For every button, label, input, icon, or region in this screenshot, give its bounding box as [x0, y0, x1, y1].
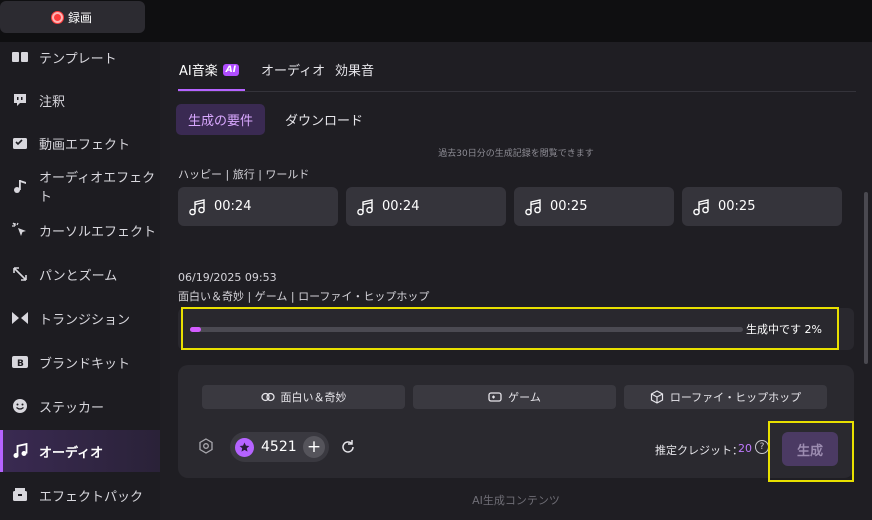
tab-label: AI音楽	[179, 64, 218, 79]
pan-zoom-icon	[12, 266, 28, 282]
sidebar-item-cursor-effect[interactable]: カーソルエフェクト	[0, 209, 160, 251]
refresh-icon[interactable]	[340, 439, 356, 455]
sidebar-item-label: カーソルエフェクト	[39, 224, 157, 240]
cube-icon	[650, 390, 664, 404]
generation-panel: 面白い＆奇妙 ゲーム ローファイ・ヒップホップ 4521 + 推定クレジット： …	[178, 365, 854, 478]
brand-kit-icon: B	[12, 354, 28, 370]
main-panel: AI音楽 AI オーディオ 効果音 生成の要件 ダウンロード 過去30日分の生成…	[160, 42, 872, 520]
generate-highlight-box	[768, 421, 854, 482]
sidebar-item-label: 動画エフェクト	[39, 137, 131, 153]
audio-effect-icon	[12, 178, 28, 194]
group2-tags: 面白い＆奇妙 | ゲーム | ローファイ・ヒップホップ	[178, 290, 430, 303]
active-tab-indicator	[178, 89, 245, 91]
track-duration: 00:25	[550, 199, 588, 214]
svg-text:B: B	[17, 359, 24, 369]
track-duration: 00:25	[718, 199, 756, 214]
add-credits-button[interactable]: +	[303, 436, 325, 458]
track-duration: 00:24	[382, 199, 420, 214]
tag-chip-funny-weird[interactable]: 面白い＆奇妙	[202, 385, 405, 409]
progress-highlight-box	[181, 307, 839, 350]
credit-balance: 4521 +	[230, 432, 329, 462]
estimated-credits-label: 推定クレジット：	[655, 444, 743, 457]
tab-bar: AI音楽 AI オーディオ 効果音	[160, 42, 872, 92]
tag-chip-label: ゲーム	[508, 391, 541, 404]
ai-badge: AI	[222, 63, 240, 76]
sidebar-item-audio-effect[interactable]: オーディオエフェクト	[0, 165, 160, 207]
estimated-credits-value: 20	[738, 442, 752, 455]
tab-audio[interactable]: オーディオ	[261, 60, 325, 79]
tag-chip-lofi-hiphop[interactable]: ローファイ・ヒップホップ	[624, 385, 827, 409]
tag-chip-label: ローファイ・ヒップホップ	[669, 391, 802, 404]
sidebar-item-annotation[interactable]: 注釈	[0, 79, 160, 121]
group1-tags: ハッピー | 旅行 | ワールド	[178, 168, 310, 181]
sticker-icon	[12, 398, 28, 414]
sidebar-item-template[interactable]: テンプレート	[0, 42, 160, 78]
top-bar: 録画	[0, 0, 872, 42]
record-label: 録画	[68, 10, 93, 25]
help-icon[interactable]: ?	[755, 440, 769, 454]
sidebar-item-transition[interactable]: トランジション	[0, 297, 160, 339]
sidebar: テンプレート 注釈 動画エフェクト オーディオエフェクト カーソルエフェクト パ…	[0, 42, 160, 520]
credit-count: 4521	[261, 439, 297, 455]
settings-icon[interactable]	[198, 438, 214, 454]
record-icon	[52, 11, 63, 23]
annotation-icon	[12, 92, 28, 108]
sidebar-item-video-effect[interactable]: 動画エフェクト	[0, 122, 160, 164]
track-item[interactable]: 00:24	[178, 187, 338, 226]
track-duration: 00:24	[214, 199, 252, 214]
sidebar-item-sticker[interactable]: ステッカー	[0, 385, 160, 427]
sidebar-item-label: エフェクトパック	[39, 489, 144, 505]
tab-divider	[178, 91, 856, 92]
music-note-icon	[692, 198, 710, 216]
sidebar-item-label: トランジション	[39, 312, 131, 328]
music-note-icon	[188, 198, 206, 216]
sidebar-item-label: テンプレート	[39, 51, 117, 67]
tag-chip-label: 面白い＆奇妙	[280, 391, 347, 404]
tag-chip-game[interactable]: ゲーム	[413, 385, 616, 409]
gamepad-icon	[488, 391, 502, 403]
credit-star-icon	[235, 437, 254, 457]
history-hint: 過去30日分の生成記録を閲覧できます	[438, 149, 594, 159]
record-button[interactable]: 録画	[0, 1, 145, 33]
sidebar-item-label: ブランドキット	[39, 356, 131, 372]
effect-pack-icon	[12, 487, 28, 503]
track-item[interactable]: 00:25	[514, 187, 674, 226]
link-icon	[260, 391, 275, 403]
sidebar-item-label: オーディオ	[39, 445, 104, 461]
tab-ai-music[interactable]: AI音楽 AI	[179, 60, 240, 79]
tab-sound-effects[interactable]: 効果音	[335, 60, 374, 79]
sidebar-item-label: ステッカー	[39, 400, 105, 416]
group2-timestamp: 06/19/2025 09:53	[178, 271, 277, 284]
music-note-icon	[12, 443, 28, 459]
sidebar-item-brand-kit[interactable]: B ブランドキット	[0, 341, 160, 383]
tab-label: 効果音	[335, 64, 375, 79]
ai-content-footer: AI生成コンテンツ	[472, 494, 560, 507]
sidebar-item-label: オーディオエフェクト	[39, 171, 156, 205]
sidebar-item-pan-zoom[interactable]: パンとズーム	[0, 253, 160, 295]
sidebar-item-audio[interactable]: オーディオ	[0, 430, 160, 472]
transition-icon	[12, 310, 28, 326]
subtab-generation-requirements[interactable]: 生成の要件	[176, 104, 265, 135]
tab-label: オーディオ	[261, 64, 326, 79]
subtab-download[interactable]: ダウンロード	[285, 104, 363, 135]
scrollbar-thumb[interactable]	[864, 192, 868, 364]
template-icon	[12, 49, 28, 65]
track-item[interactable]: 00:24	[346, 187, 506, 226]
track-item[interactable]: 00:25	[682, 187, 842, 226]
cursor-effect-icon	[12, 222, 28, 238]
video-effect-icon	[12, 135, 28, 151]
music-note-icon	[524, 198, 542, 216]
sidebar-item-label: 注釈	[39, 94, 66, 110]
sidebar-item-effect-pack[interactable]: エフェクトパック	[0, 474, 160, 516]
sidebar-item-label: パンとズーム	[39, 268, 118, 284]
music-note-icon	[356, 198, 374, 216]
